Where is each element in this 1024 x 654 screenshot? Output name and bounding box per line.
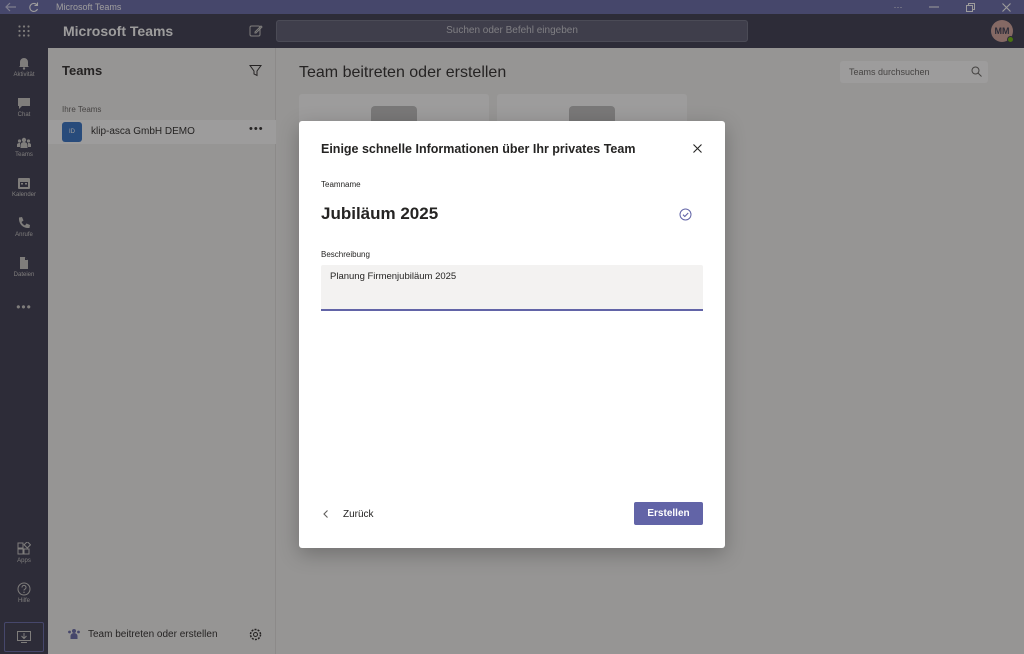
teamname-field[interactable]: Jubiläum 2025: [321, 204, 438, 224]
close-icon[interactable]: [689, 140, 705, 156]
description-label: Beschreibung: [321, 250, 370, 259]
teamname-label: Teamname: [321, 180, 361, 189]
back-button[interactable]: Zurück: [321, 507, 374, 521]
chevron-left-icon: [323, 510, 328, 518]
dialog-title: Einige schnelle Informationen über Ihr p…: [321, 142, 636, 156]
create-team-dialog: Einige schnelle Informationen über Ihr p…: [299, 121, 725, 548]
create-button[interactable]: Erstellen: [634, 502, 703, 525]
check-circle-icon: [679, 208, 692, 221]
description-field[interactable]: Planung Firmenjubiläum 2025: [321, 265, 703, 311]
back-label: Zurück: [343, 508, 374, 520]
